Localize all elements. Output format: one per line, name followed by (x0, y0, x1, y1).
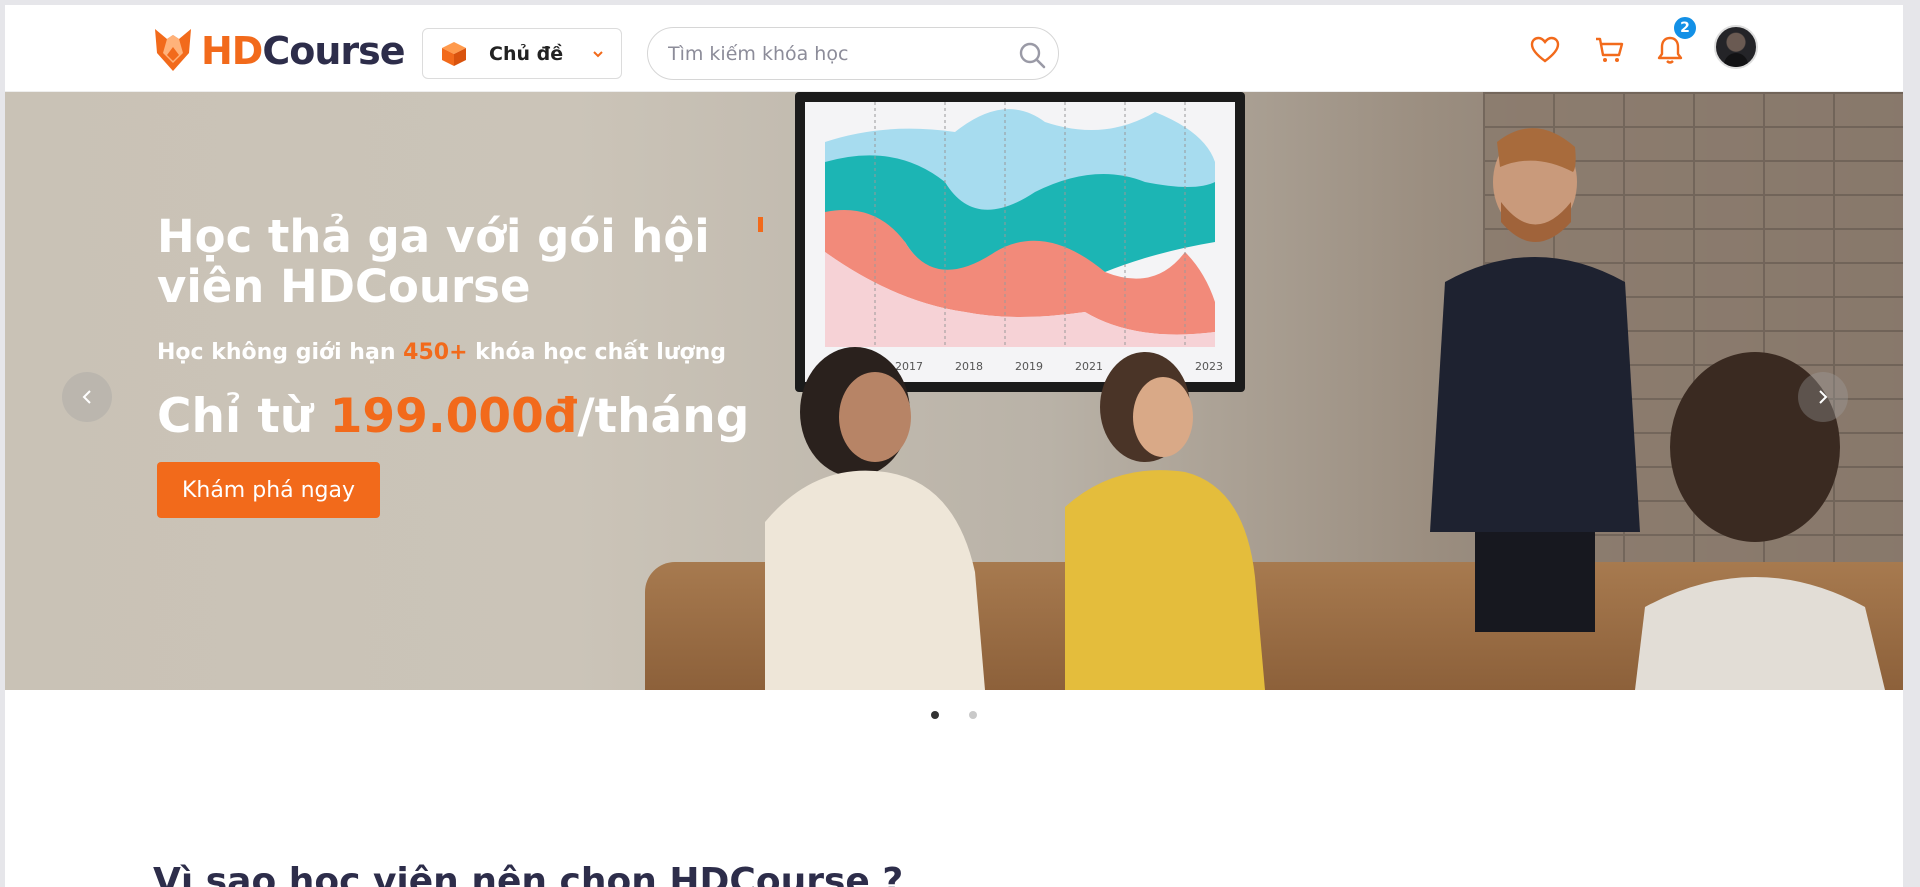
woman-cream-jacket-figure (765, 347, 985, 690)
fox-logo-icon (155, 29, 191, 71)
hero-subtitle: Học không giới hạn 450+ khóa học chất lư… (157, 340, 726, 365)
logo-text-course: Course (262, 29, 405, 73)
chevron-right-icon (1819, 390, 1828, 404)
carousel-dot[interactable] (969, 711, 977, 719)
section-heading: Vì sao học viên nên chọn HDCourse ? (153, 861, 904, 887)
hero-price: Chỉ từ 199.000đ/tháng (157, 389, 750, 444)
search-icon[interactable] (1018, 41, 1046, 69)
carousel-next-button[interactable] (1798, 372, 1848, 422)
course-count: 450+ (403, 340, 468, 365)
woman-yellow-shirt-figure (1065, 352, 1265, 690)
site-header: HDCourse Chủ đề Tìm kiếm khóa học 2 (5, 5, 1903, 92)
chevron-left-icon (82, 390, 91, 404)
carousel-pagination (931, 711, 977, 719)
topic-dropdown-label: Chủ đề (489, 42, 564, 65)
search-bar (647, 27, 1059, 80)
stream-chart-graphic (825, 102, 1215, 347)
notification-badge: 2 (1672, 15, 1698, 41)
browser-page: HDCourse Chủ đề Tìm kiếm khóa học 2 2017… (5, 5, 1903, 887)
man-seated-foreground-figure (1635, 352, 1885, 690)
logo-text-hd: HD (201, 29, 263, 73)
carousel-prev-button[interactable] (62, 372, 112, 422)
carousel-dot[interactable] (931, 711, 939, 719)
topic-dropdown[interactable]: Chủ đề (422, 28, 622, 79)
search-input[interactable] (668, 42, 998, 65)
price-amount: 199.000đ (329, 389, 578, 444)
cube-icon (442, 41, 466, 66)
chevron-down-icon (593, 51, 603, 58)
brand-logo[interactable]: HDCourse (153, 27, 406, 75)
user-avatar[interactable] (1714, 25, 1758, 69)
hero-title: Học thả ga với gói hội viên HDCourse (157, 210, 710, 313)
explore-now-button[interactable]: Khám phá ngay (157, 462, 380, 518)
heart-icon[interactable] (1530, 35, 1560, 65)
cart-icon[interactable] (1594, 35, 1624, 65)
hero-banner: 2017 2018 2019 2021 2022 2023 (5, 92, 1903, 690)
